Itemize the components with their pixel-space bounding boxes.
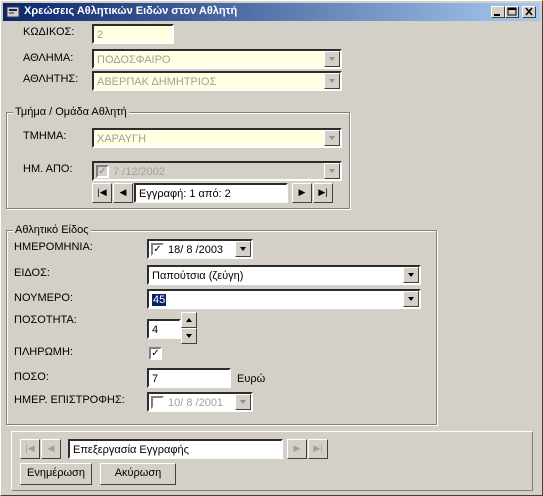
code-label: ΚΩΔΙΚΟΣ:	[23, 26, 75, 38]
from-date-picker[interactable]: ✓ 7 /12/2002	[92, 161, 342, 181]
team-record-nav: |◀ ◀ Εγγραφή: 1 από: 2 ▶ ▶|	[92, 183, 342, 203]
currency-label: Ευρώ	[237, 373, 266, 385]
prev-icon: ◀	[47, 443, 55, 453]
next-record-button-2[interactable]: ▶	[287, 439, 307, 459]
chevron-down-icon[interactable]	[324, 130, 340, 146]
prev-record-button-2[interactable]: ◀	[41, 439, 61, 459]
close-button[interactable]	[522, 6, 536, 18]
team-record-counter: Εγγραφή: 1 από: 2	[134, 183, 288, 203]
prev-record-button[interactable]: ◀	[113, 183, 133, 203]
title-bar[interactable]: Χρεώσεις Αθλητικών Ειδών στον Αθλητή	[3, 3, 540, 21]
chevron-down-icon[interactable]	[403, 267, 419, 283]
minimize-icon	[494, 14, 500, 16]
last-record-button-2[interactable]: ▶|	[308, 439, 328, 459]
item-label: ΕΙΔΟΣ:	[14, 267, 50, 279]
window-title: Χρεώσεις Αθλητικών Ειδών στον Αθλητή	[24, 5, 238, 17]
main-window: Χρεώσεις Αθλητικών Ειδών στον Αθλητή ΚΩΔ…	[0, 0, 543, 496]
chevron-down-icon[interactable]	[324, 73, 340, 89]
date-checkbox[interactable]: ✓	[151, 243, 164, 256]
dept-label: ΤΜΗΜΑ:	[23, 130, 67, 142]
from-date-checkbox[interactable]: ✓	[96, 165, 109, 178]
close-icon	[525, 7, 533, 16]
last-icon: ▶|	[318, 187, 328, 197]
last-record-button[interactable]: ▶|	[313, 183, 333, 203]
size-combo[interactable]: 45	[147, 289, 421, 309]
sport-combo[interactable]: ΠΟΔΟΣΦΑΙΡΟ	[92, 49, 342, 69]
size-label: ΝΟΥΜΕΡΟ:	[14, 292, 73, 304]
minimize-button[interactable]	[491, 6, 505, 18]
cancel-button[interactable]: Ακύρωση	[100, 463, 176, 485]
app-icon	[6, 6, 20, 18]
last-icon: ▶|	[313, 443, 323, 453]
date-picker[interactable]: ✓ 18/ 8 /2003	[147, 239, 253, 259]
first-icon: |◀	[97, 187, 107, 197]
chevron-down-icon[interactable]	[235, 394, 251, 410]
sport-label: ΑΘΛΗΜΑ:	[23, 52, 74, 64]
next-icon: ▶	[298, 187, 306, 197]
next-icon: ▶	[293, 443, 301, 453]
from-date-label: ΗΜ. ΑΠΟ:	[23, 163, 73, 175]
sport-item-group-title: Αθλητικό Είδος	[13, 224, 91, 236]
first-record-button[interactable]: |◀	[92, 183, 112, 203]
athlete-label: ΑΘΛΗΤΗΣ:	[23, 73, 79, 85]
code-field[interactable]: 2	[92, 24, 174, 44]
return-date-label: ΗΜΕΡ. ΕΠΙΣΤΡΟΦΗΣ:	[14, 394, 125, 406]
quantity-down-button[interactable]	[181, 328, 197, 344]
return-date-checkbox[interactable]	[151, 396, 164, 409]
first-icon: |◀	[25, 443, 35, 453]
dept-combo[interactable]: ΧΑΡΑΥΓΗ	[92, 128, 342, 148]
chevron-down-icon[interactable]	[324, 163, 340, 179]
date-label: ΗΜΕΡΟΜΗΝΙΑ:	[14, 241, 93, 253]
quantity-label: ΠΟΣΟΤΗΤΑ:	[14, 314, 77, 326]
maximize-button[interactable]	[505, 6, 519, 18]
amount-field[interactable]: 7	[147, 368, 231, 388]
chevron-down-icon[interactable]	[403, 291, 419, 307]
next-record-button[interactable]: ▶	[292, 183, 312, 203]
paid-label: ΠΛΗΡΩΜΗ:	[14, 346, 73, 358]
team-group-title: Τμήμα / Ομάδα Αθλητή	[13, 106, 129, 118]
item-combo[interactable]: Παπούτσια (ζεύγη)	[147, 265, 421, 285]
paid-checkbox[interactable]: ✓	[149, 347, 162, 360]
amount-label: ΠΟΣΟ:	[14, 371, 49, 383]
edit-status-field: Επεξεργασία Εγγραφής	[68, 439, 283, 459]
prev-icon: ◀	[119, 187, 127, 197]
first-record-button-2[interactable]: |◀	[20, 439, 40, 459]
return-date-picker[interactable]: 10/ 8 /2001	[147, 392, 253, 412]
quantity-up-button[interactable]	[181, 312, 197, 328]
update-button[interactable]: Ενημέρωση	[20, 463, 92, 485]
chevron-down-icon[interactable]	[235, 241, 251, 257]
chevron-down-icon[interactable]	[324, 51, 340, 67]
maximize-icon	[507, 7, 517, 16]
bottom-record-nav: |◀ ◀ Επεξεργασία Εγγραφής ▶ ▶|	[20, 439, 330, 459]
athlete-combo[interactable]: ΑΒΕΡΠΑΚ ΔΗΜΗΤΡΙΟΣ	[92, 71, 342, 91]
quantity-field[interactable]: 4	[147, 319, 181, 339]
